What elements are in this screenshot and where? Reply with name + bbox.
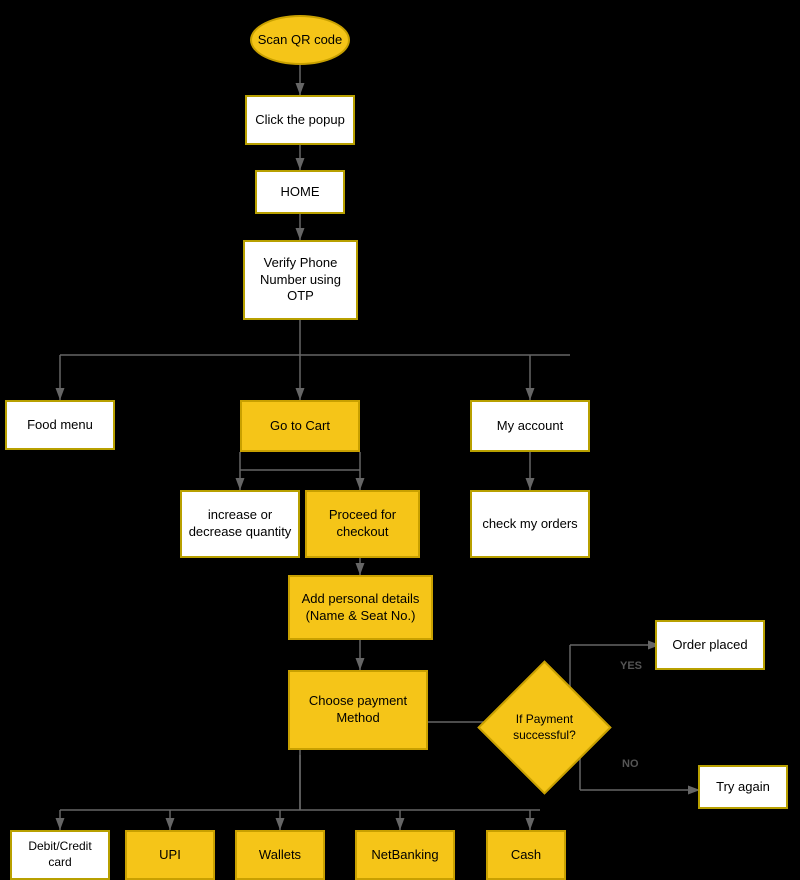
verify-phone-node: Verify Phone Number using OTP	[243, 240, 358, 320]
payment-diamond-label: If Payment successful?	[499, 712, 590, 743]
order-placed-label: Order placed	[672, 637, 747, 654]
choose-payment-node: Choose payment Method	[288, 670, 428, 750]
check-orders-node: check my orders	[470, 490, 590, 558]
payment-diamond-node: If Payment successful?	[477, 660, 611, 794]
home-node: HOME	[255, 170, 345, 214]
try-again-label: Try again	[716, 779, 770, 796]
upi-node: UPI	[125, 830, 215, 880]
scan-qr-label: Scan QR code	[258, 32, 343, 49]
my-account-label: My account	[497, 418, 563, 435]
add-personal-node: Add personal details (Name & Seat No.)	[288, 575, 433, 640]
add-personal-label: Add personal details (Name & Seat No.)	[296, 591, 425, 625]
home-label: HOME	[281, 184, 320, 201]
cash-label: Cash	[511, 847, 541, 864]
go-to-cart-label: Go to Cart	[270, 418, 330, 435]
verify-phone-label: Verify Phone Number using OTP	[251, 255, 350, 306]
choose-payment-label: Choose payment Method	[296, 693, 420, 727]
order-placed-node: Order placed	[655, 620, 765, 670]
scan-qr-node: Scan QR code	[250, 15, 350, 65]
try-again-node: Try again	[698, 765, 788, 809]
debit-credit-node: Debit/Credit card	[10, 830, 110, 880]
debit-credit-label: Debit/Credit card	[18, 839, 102, 870]
netbanking-node: NetBanking	[355, 830, 455, 880]
check-orders-label: check my orders	[482, 516, 577, 533]
my-account-node: My account	[470, 400, 590, 452]
food-menu-label: Food menu	[27, 417, 93, 434]
increase-decrease-label: increase or decrease quantity	[188, 507, 292, 541]
no-label: NO	[622, 758, 639, 770]
yes-label: YES	[620, 660, 642, 672]
wallets-label: Wallets	[259, 847, 301, 864]
go-to-cart-node: Go to Cart	[240, 400, 360, 452]
increase-decrease-node: increase or decrease quantity	[180, 490, 300, 558]
proceed-checkout-label: Proceed for checkout	[313, 507, 412, 541]
proceed-checkout-node: Proceed for checkout	[305, 490, 420, 558]
food-menu-node: Food menu	[5, 400, 115, 450]
cash-node: Cash	[486, 830, 566, 880]
click-popup-label: Click the popup	[255, 112, 345, 129]
upi-label: UPI	[159, 847, 181, 864]
netbanking-label: NetBanking	[371, 847, 438, 864]
click-popup-node: Click the popup	[245, 95, 355, 145]
wallets-node: Wallets	[235, 830, 325, 880]
